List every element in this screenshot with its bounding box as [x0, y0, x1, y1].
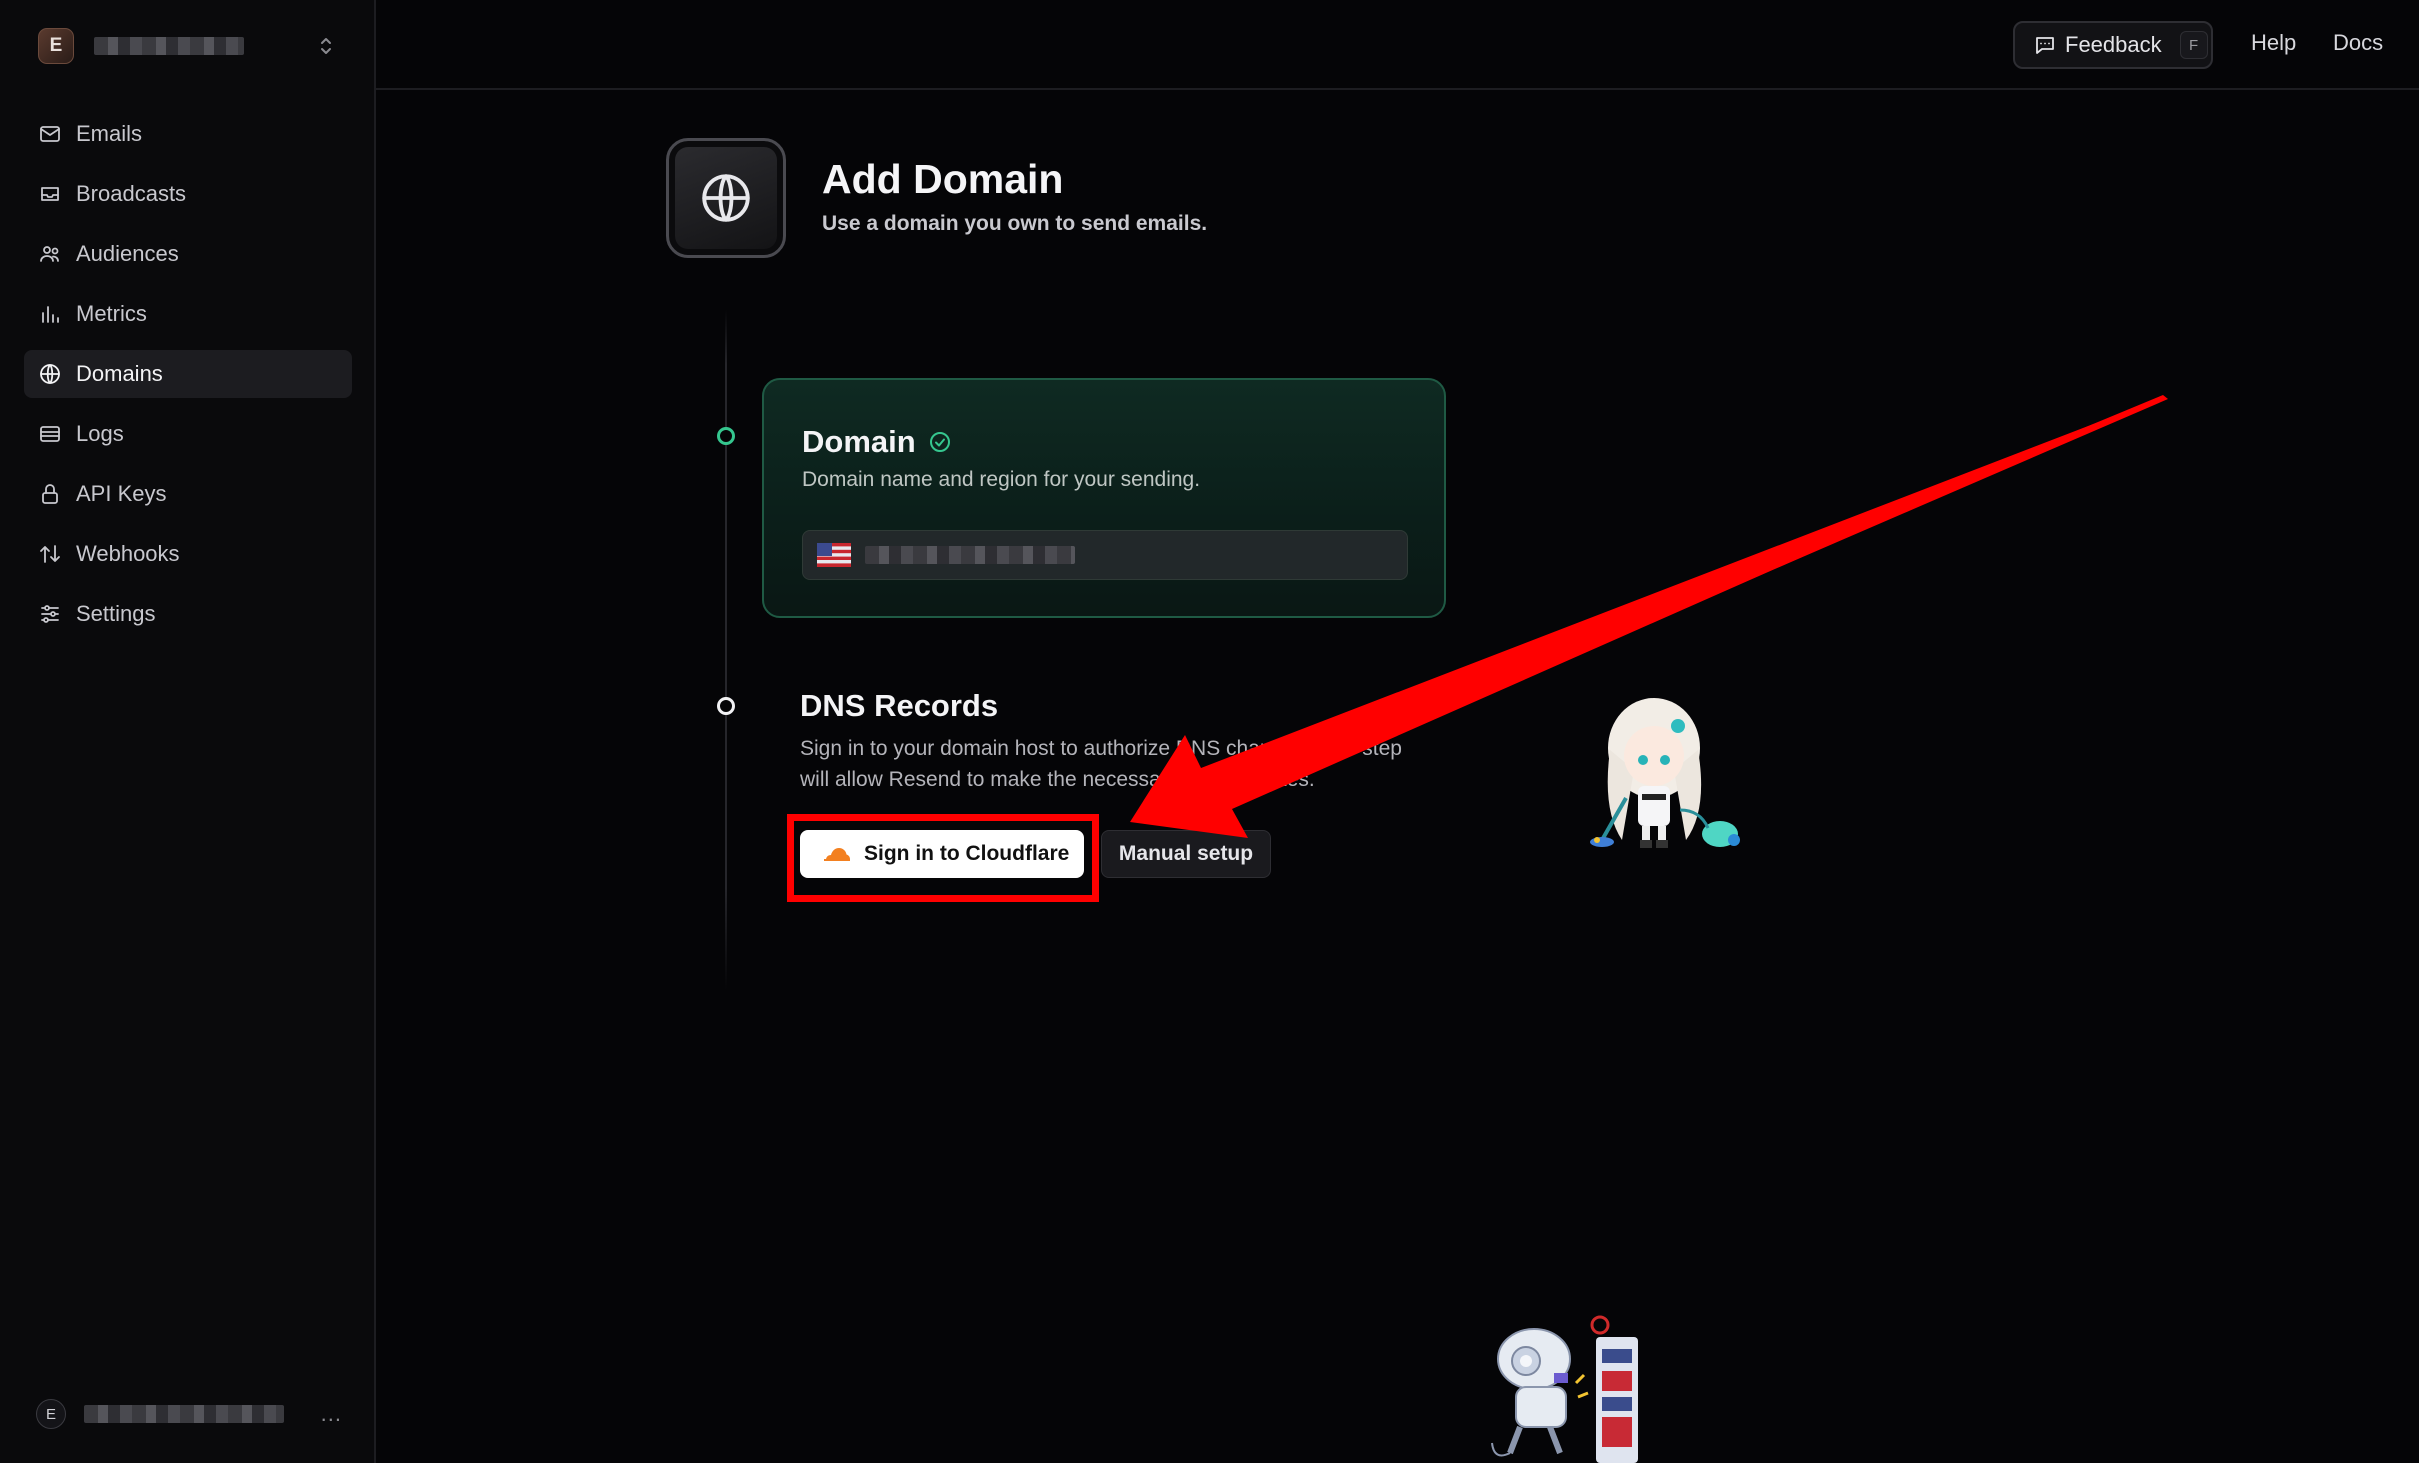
- message-icon: [2036, 37, 2054, 54]
- sidebar-nav: Emails Broadcasts Audiences Metrics Doma…: [24, 110, 352, 650]
- user-menu[interactable]: E ████████ ...: [36, 1396, 342, 1432]
- team-name: ████████: [94, 37, 244, 55]
- sidebar-item-audiences[interactable]: Audiences: [24, 230, 352, 278]
- sign-in-cloudflare-label: Sign in to Cloudflare: [864, 842, 1070, 865]
- manual-setup-button[interactable]: Manual setup: [1101, 830, 1271, 878]
- list-icon: [40, 426, 60, 442]
- globe-icon: [40, 364, 60, 384]
- domain-step-title: Domain: [802, 424, 952, 460]
- sign-in-cloudflare-button[interactable]: Sign in to Cloudflare: [800, 830, 1084, 878]
- domain-step-description: Domain name and region for your sending.: [802, 468, 1201, 491]
- mail-icon: [40, 126, 60, 142]
- sidebar-item-webhooks[interactable]: Webhooks: [24, 530, 352, 578]
- arrows-updown-icon: [40, 545, 60, 563]
- help-link[interactable]: Help: [2251, 30, 2296, 56]
- avatar: E: [36, 1399, 66, 1429]
- sidebar-item-label: Webhooks: [76, 541, 180, 566]
- sidebar-item-emails[interactable]: Emails: [24, 110, 352, 158]
- domain-field[interactable]: ████████: [802, 530, 1408, 580]
- docs-link[interactable]: Docs: [2333, 30, 2383, 56]
- feedback-button[interactable]: Feedback F: [2013, 21, 2213, 69]
- sidebar-item-logs[interactable]: Logs: [24, 410, 352, 458]
- page-title: Add Domain: [822, 156, 1064, 202]
- dns-step-title: DNS Records: [800, 688, 999, 723]
- sidebar-item-api-keys[interactable]: API Keys: [24, 470, 352, 518]
- sidebar-item-domains[interactable]: Domains: [24, 350, 352, 398]
- sidebar-item-label: Logs: [76, 421, 124, 446]
- timeline-line: [725, 310, 727, 990]
- team-avatar: E: [38, 28, 74, 64]
- sidebar-item-label: Broadcasts: [76, 181, 187, 206]
- app-root: E ████████ Emails Broadcasts Audiences M…: [0, 0, 2419, 1463]
- domain-value: ████████: [865, 546, 1075, 564]
- topbar: Feedback F Help Docs: [376, 0, 2419, 90]
- page-globe-icon: [666, 138, 786, 258]
- sidebar-item-label: Domains: [76, 361, 163, 386]
- sidebar-item-label: Metrics: [76, 301, 147, 326]
- bar-chart-icon: [42, 306, 59, 323]
- feedback-shortcut-key: F: [2179, 31, 2208, 59]
- step-indicator-current: [717, 697, 735, 715]
- sidebar-item-metrics[interactable]: Metrics: [24, 290, 352, 338]
- users-icon: [40, 246, 59, 262]
- sidebar: E ████████ Emails Broadcasts Audiences M…: [0, 0, 376, 1463]
- sidebar-item-broadcasts[interactable]: Broadcasts: [24, 170, 352, 218]
- more-icon[interactable]: ...: [321, 1401, 342, 1427]
- page-subtitle: Use a domain you own to send emails.: [822, 212, 1208, 235]
- user-name: ████████: [84, 1405, 284, 1423]
- sidebar-item-label: API Keys: [76, 481, 167, 506]
- team-switcher[interactable]: E ████████: [38, 26, 338, 66]
- sidebar-item-settings[interactable]: Settings: [24, 590, 352, 638]
- chevrons-updown-icon: [321, 38, 331, 54]
- dns-step-description: Sign in to your domain host to authorize…: [800, 737, 1402, 791]
- sidebar-item-label: Settings: [76, 601, 156, 626]
- sliders-icon: [41, 605, 59, 623]
- globe-icon: [702, 174, 750, 222]
- feedback-label: Feedback: [2065, 32, 2162, 57]
- sidebar-item-label: Emails: [76, 121, 143, 146]
- us-flag-icon: [817, 543, 851, 567]
- domain-step-card: Domain Domain name and region for your s…: [762, 378, 1446, 618]
- lock-icon: [42, 484, 58, 504]
- domain-step-title-text: Domain: [802, 424, 916, 459]
- robot-mascot-illustration: [1491, 1315, 1638, 1463]
- sidebar-item-label: Audiences: [76, 241, 179, 266]
- mascot-girl-illustration: [1590, 698, 1740, 848]
- step-indicator-done: [717, 427, 735, 445]
- cloudflare-icon: [824, 848, 850, 861]
- inbox-icon: [41, 187, 59, 201]
- check-circle-icon: [929, 432, 950, 452]
